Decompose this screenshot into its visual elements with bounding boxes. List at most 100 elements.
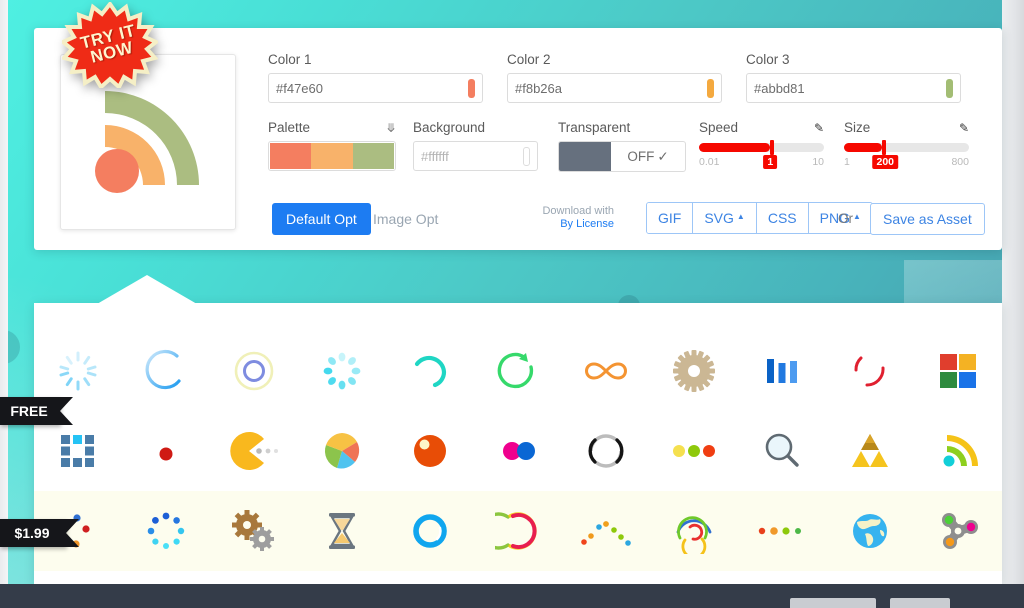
speed-min: 0.01 (699, 156, 720, 168)
icon-cell[interactable] (826, 491, 914, 571)
save-as-asset-button[interactable]: Save as Asset (870, 203, 985, 235)
paid-tier-ribbon: $1.99 (0, 519, 79, 547)
format-gif-label: GIF (658, 210, 682, 226)
icon-cell[interactable] (562, 491, 650, 571)
check-icon: ✓ (657, 148, 669, 164)
speed-control: Speed ✎ 0.01 1 10 (699, 120, 824, 169)
icon-cell[interactable] (210, 411, 298, 491)
icon-cell[interactable] (826, 331, 914, 411)
icon-cell[interactable] (122, 411, 210, 491)
palette-swatch-3[interactable] (352, 143, 394, 169)
icon-cell[interactable] (914, 331, 1002, 411)
icon-cell[interactable] (650, 491, 738, 571)
background-label: Background (413, 120, 486, 135)
four-squares-icon (940, 354, 976, 388)
size-slider[interactable] (844, 140, 969, 155)
background-input[interactable]: #ffffff (413, 141, 538, 171)
default-opt-button[interactable]: Default Opt (272, 203, 371, 235)
icon-cell[interactable] (122, 491, 210, 571)
speed-slider[interactable] (699, 140, 824, 155)
icon-cell[interactable] (914, 411, 1002, 491)
gallery-row-2 (34, 411, 1002, 491)
icon-cell[interactable] (650, 411, 738, 491)
background-value: #ffffff (421, 148, 449, 164)
icon-cell[interactable] (738, 491, 826, 571)
by-license-link[interactable]: By License (524, 218, 614, 231)
icon-gallery-panel (34, 303, 1002, 584)
double-gear-icon (232, 510, 274, 551)
color-2-label: Color 2 (507, 52, 551, 67)
gallery-row-1 (34, 331, 1002, 411)
icon-cell[interactable] (210, 491, 298, 571)
palette-label: Palette (268, 120, 311, 135)
paid-tier-label: $1.99 (14, 525, 50, 541)
multicolor-arc-icon (495, 512, 537, 550)
two-dots-icon (503, 442, 535, 460)
speed-slider-handle[interactable] (770, 140, 775, 155)
footer-chip[interactable] (890, 598, 950, 608)
footer-chip[interactable] (790, 598, 876, 608)
hourglass-icon (329, 513, 355, 549)
chevron-double-down-icon[interactable]: ⤋ (386, 122, 396, 134)
pencil-icon[interactable]: ✎ (959, 121, 969, 135)
page-footer (0, 584, 1024, 608)
icon-cell[interactable] (738, 331, 826, 411)
icon-cell[interactable] (474, 411, 562, 491)
icon-cell[interactable] (738, 411, 826, 491)
color-2-swatch[interactable] (707, 78, 714, 98)
image-opt-link[interactable]: Image Opt (373, 211, 438, 227)
color-1-input[interactable]: #f47e60 (268, 73, 483, 103)
transparent-label: Transparent (558, 120, 631, 135)
free-tier-label: FREE (10, 403, 48, 419)
color-1-swatch[interactable] (468, 78, 475, 98)
arc-arrow-icon (414, 355, 447, 388)
size-value: 200 (872, 155, 899, 169)
speed-scale: 0.01 1 10 (699, 155, 824, 169)
color-1-value: #f47e60 (276, 80, 323, 96)
dot-ring-icon (147, 512, 185, 549)
icon-cell[interactable] (562, 331, 650, 411)
background-control: Background #ffffff (413, 120, 538, 171)
toggle-state: OFF ✓ (611, 142, 685, 171)
icon-cell[interactable] (474, 331, 562, 411)
icon-cell[interactable] (298, 331, 386, 411)
color-1-label: Color 1 (268, 52, 312, 67)
format-svg-label: SVG (704, 210, 734, 226)
icon-cell[interactable] (650, 331, 738, 411)
color-3-swatch[interactable] (946, 78, 953, 98)
try-it-now-badge[interactable]: TRY IT NOW (62, 2, 158, 88)
or-label: Or (838, 211, 853, 226)
palette-swatches[interactable] (268, 141, 396, 171)
pacman-dots-icon (230, 432, 278, 470)
size-max: 800 (951, 156, 969, 168)
format-svg-button[interactable]: SVG ▲ (693, 203, 757, 233)
dashed-arc-icon (854, 356, 885, 387)
icon-cell[interactable] (914, 491, 1002, 571)
toggle-knob[interactable] (559, 142, 611, 171)
icon-cell[interactable] (298, 411, 386, 491)
icon-cell[interactable] (122, 331, 210, 411)
format-gif-button[interactable]: GIF (647, 203, 694, 233)
format-css-button[interactable]: CSS (756, 203, 809, 233)
icon-cell[interactable] (210, 331, 298, 411)
icon-cell[interactable] (386, 491, 474, 571)
palette-swatch-2[interactable] (311, 143, 353, 169)
globe-icon (853, 514, 887, 548)
icon-cell[interactable] (298, 491, 386, 571)
icon-cell[interactable] (386, 411, 474, 491)
crescent-arc-icon (145, 349, 181, 390)
blue-ring-icon (413, 514, 447, 548)
dot-spinner-icon (323, 352, 361, 390)
size-slider-handle[interactable] (881, 140, 886, 155)
icon-cell[interactable] (474, 491, 562, 571)
background-swatch[interactable] (523, 146, 530, 166)
icon-cell[interactable] (826, 411, 914, 491)
icon-cell[interactable] (562, 411, 650, 491)
pencil-icon[interactable]: ✎ (814, 121, 824, 135)
palette-swatch-1[interactable] (270, 143, 312, 169)
icon-cell[interactable] (386, 331, 474, 411)
color-3-input[interactable]: #abbd81 (746, 73, 961, 103)
color-2-input[interactable]: #f8b26a (507, 73, 722, 103)
transparent-toggle[interactable]: OFF ✓ (558, 141, 686, 172)
speed-slider-fill (699, 143, 771, 152)
